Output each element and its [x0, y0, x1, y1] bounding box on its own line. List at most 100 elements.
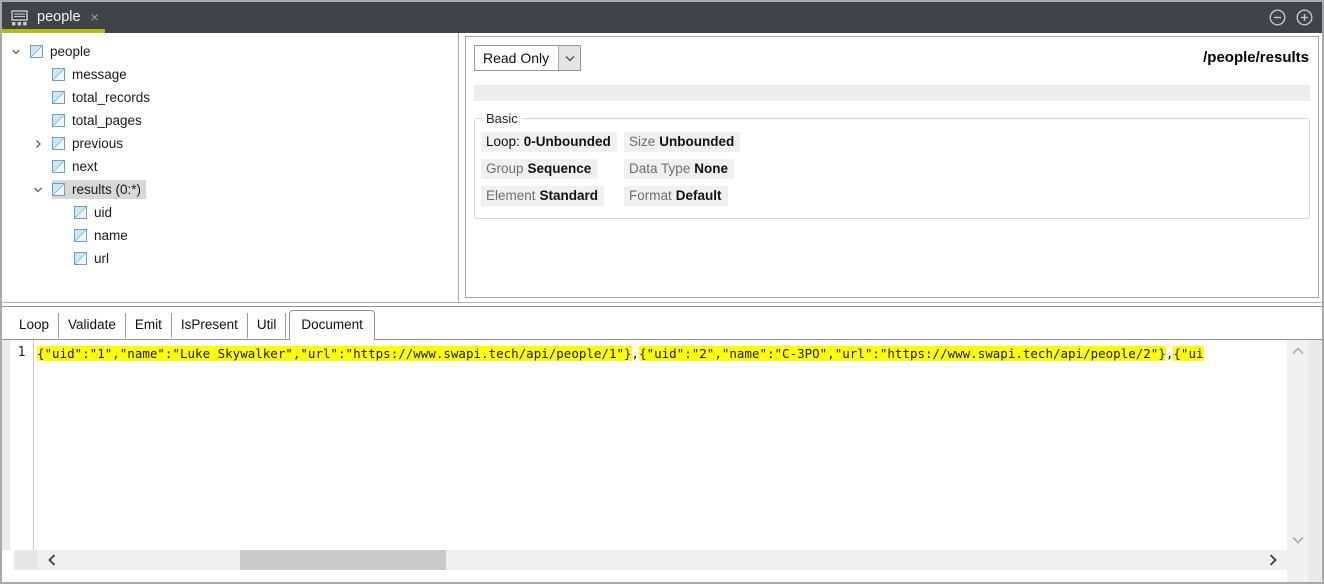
- inspector-panel: Read Only /people/results Basic Loop: 0-U…: [465, 36, 1319, 298]
- chevron-down-icon[interactable]: [30, 182, 46, 198]
- view-zoom-controls: [1269, 9, 1322, 26]
- element-icon: [52, 114, 65, 127]
- circled-minus-icon[interactable]: [1269, 9, 1286, 26]
- property-value: Sequence: [527, 161, 592, 176]
- chevron-placeholder: [52, 228, 68, 244]
- line-number: 1: [17, 345, 26, 360]
- tree-node-core[interactable]: next: [52, 157, 103, 176]
- property-format: Format Default: [624, 186, 728, 206]
- tree-node-uid[interactable]: uid: [2, 201, 458, 224]
- tab-ispresent[interactable]: IsPresent: [172, 313, 248, 338]
- editor-margin-strip: [2, 340, 10, 550]
- element-icon: [74, 229, 87, 242]
- tree-node-total-records[interactable]: total_records: [2, 86, 458, 109]
- chevron-right-icon[interactable]: [30, 136, 46, 152]
- tree-node-results-0[interactable]: results (0:*): [2, 178, 458, 201]
- tree-node-label: next: [72, 159, 98, 174]
- bottom-panel: Loop Validate Emit IsPresent Util Document 1 …: [2, 306, 1322, 582]
- document-text-line[interactable]: {"uid":"1","name":"Luke Skywalker","url"…: [34, 340, 1287, 550]
- chevron-placeholder: [30, 67, 46, 83]
- app-window: people × people message total_recordstotal…: [0, 0, 1324, 584]
- tree-node-core[interactable]: message: [52, 65, 132, 84]
- scroll-down-icon[interactable]: [1291, 536, 1304, 544]
- active-tab-accent: [2, 29, 105, 33]
- tree-node-people[interactable]: people: [2, 40, 458, 63]
- top-split: people message total_records total_pagespre…: [2, 33, 1322, 303]
- property-loop: Loop: 0-Unbounded: [481, 132, 617, 152]
- horizontal-scrollbar-track[interactable]: [38, 550, 1287, 570]
- tree-node-core[interactable]: uid: [74, 203, 117, 222]
- chevron-placeholder: [30, 90, 46, 106]
- element-icon: [52, 160, 65, 173]
- property-value: None: [694, 161, 729, 176]
- tree-node-core[interactable]: results (0:*): [52, 180, 147, 199]
- horizontal-scrollbar[interactable]: [14, 550, 1287, 570]
- element-icon: [52, 91, 65, 104]
- tree-node-message[interactable]: message: [2, 63, 458, 86]
- property-grid: Loop: 0-Unbounded Size Unbounded Group Sequen…: [481, 132, 1303, 206]
- tree-node-name[interactable]: name: [2, 224, 458, 247]
- scroll-right-icon[interactable]: [1259, 550, 1287, 570]
- scrollbar-corner: [14, 550, 38, 570]
- mode-select-value: Read Only: [483, 50, 550, 66]
- property-value: 0-Unbounded: [523, 134, 611, 149]
- element-icon: [52, 183, 65, 196]
- tree-node-label: previous: [72, 136, 124, 151]
- mode-select[interactable]: Read Only: [474, 45, 582, 71]
- tree-node-core[interactable]: total_records: [52, 88, 155, 107]
- property-label: Size: [629, 134, 656, 149]
- chevron-down-icon[interactable]: [558, 46, 581, 70]
- close-icon[interactable]: ×: [91, 9, 99, 27]
- property-data-type: Data Type None: [624, 159, 735, 179]
- inspector-toolbar-strip: [474, 85, 1310, 101]
- json-object-highlighted: {"uid":"2","name":"C-3PO","url":"https:/…: [639, 346, 1166, 361]
- tab-loop[interactable]: Loop: [10, 313, 60, 338]
- property-group: Group Sequence: [481, 159, 598, 179]
- line-number-gutter: 1: [10, 340, 34, 550]
- tab-document[interactable]: Document: [289, 310, 375, 340]
- circled-plus-icon[interactable]: [1296, 9, 1313, 26]
- tree-node-previous[interactable]: previous: [2, 132, 458, 155]
- element-icon: [52, 68, 65, 81]
- property-value: Unbounded: [659, 134, 735, 149]
- chevron-placeholder: [30, 113, 46, 129]
- tree-node-next[interactable]: next: [2, 155, 458, 178]
- property-element: Element Standard: [481, 186, 605, 206]
- tree-node-core[interactable]: name: [74, 226, 133, 245]
- property-label: Data Type: [629, 161, 691, 176]
- tree-node-core[interactable]: total_pages: [52, 111, 147, 130]
- element-icon: [74, 252, 87, 265]
- document-tabbar: people ×: [2, 2, 1322, 33]
- horizontal-scrollbar-thumb[interactable]: [240, 550, 446, 570]
- tree-node-core[interactable]: url: [74, 249, 114, 268]
- tab-util[interactable]: Util: [248, 313, 287, 338]
- inspector-wrap: Read Only /people/results Basic Loop: 0-U…: [459, 33, 1322, 302]
- chevron-placeholder: [52, 205, 68, 221]
- tab-emit[interactable]: Emit: [126, 313, 172, 338]
- chevron-placeholder: [52, 251, 68, 267]
- property-value: Standard: [539, 188, 599, 203]
- tab-validate[interactable]: Validate: [59, 313, 126, 338]
- element-icon: [30, 45, 43, 58]
- property-label: Element: [486, 188, 536, 203]
- tree-node-core[interactable]: previous: [52, 134, 128, 153]
- tree-node-label: message: [72, 67, 127, 82]
- element-icon: [52, 137, 65, 150]
- property-value: Default: [675, 188, 722, 203]
- scroll-up-icon[interactable]: [1291, 347, 1304, 355]
- basic-group: Basic Loop: 0-Unbounded Size Unbounded Group…: [474, 111, 1310, 219]
- chevron-down-icon[interactable]: [8, 44, 24, 60]
- chevron-placeholder: [30, 159, 46, 175]
- property-label: Format: [629, 188, 672, 203]
- tree-node-url[interactable]: url: [2, 247, 458, 270]
- tree-node-core[interactable]: people: [30, 42, 96, 61]
- tree-node-label: name: [94, 228, 128, 243]
- schema-grid-icon: [11, 9, 28, 25]
- scroll-left-icon[interactable]: [38, 550, 66, 570]
- schema-tree: people message total_records total_pagespre…: [2, 33, 459, 302]
- vertical-scrollbar[interactable]: [1287, 340, 1308, 582]
- tree-node-total-pages[interactable]: total_pages: [2, 109, 458, 132]
- property-label: Loop:: [486, 134, 520, 149]
- tree-node-label: url: [94, 251, 110, 266]
- tree-node-label: people: [50, 44, 91, 59]
